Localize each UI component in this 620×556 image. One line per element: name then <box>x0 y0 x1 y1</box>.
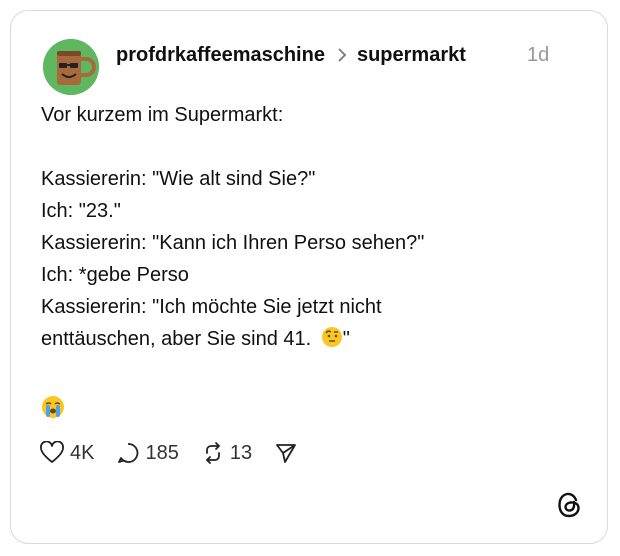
like-count: 4K <box>70 441 95 464</box>
coffee-mug-avatar-icon <box>43 39 99 95</box>
reply-button[interactable]: 185 <box>116 441 179 465</box>
post-line: Ich: "23." <box>41 200 121 222</box>
post-line: Kassiererin: "Kann ich Ihren Perso sehen… <box>41 232 425 254</box>
post-line: enttäuschen, aber Sie sind 41. <box>41 328 317 350</box>
post-line: Vor kurzem im Supermarkt: <box>41 104 284 126</box>
post-time: 1d <box>527 44 550 66</box>
post-line: Kassiererin: "Ich möchte Sie jetzt nicht <box>41 296 382 318</box>
repost-count: 13 <box>229 441 253 464</box>
send-icon <box>276 444 296 463</box>
post-body: Vor kurzem im Supermarkt: Kassiererin: "… <box>41 99 581 429</box>
repost-icon <box>205 442 221 464</box>
face-with-raised-eyebrow-emoji-icon <box>321 326 343 358</box>
reply-count: 185 <box>145 441 179 464</box>
chevron-right-icon <box>337 48 347 62</box>
loudly-crying-face-emoji-icon <box>41 395 581 429</box>
repost-button[interactable]: 13 <box>201 441 252 465</box>
heart-icon <box>40 441 64 463</box>
post-card: profdrkaffeemaschine supermarkt 1d Vor k… <box>10 10 608 544</box>
share-button[interactable] <box>274 441 303 465</box>
community-name[interactable]: supermarkt <box>357 44 466 67</box>
username[interactable]: profdrkaffeemaschine <box>116 44 325 67</box>
like-button[interactable]: 4K <box>39 441 94 465</box>
avatar[interactable] <box>43 39 99 95</box>
post-line-with-emoji: enttäuschen, aber Sie sind 41. " <box>41 323 581 355</box>
post-line: Ich: *gebe Perso <box>41 264 189 286</box>
speech-bubble-icon <box>118 443 139 463</box>
post-line: Kassiererin: "Wie alt sind Sie?" <box>41 168 316 190</box>
post-actions: 4K 185 13 <box>39 441 325 465</box>
threads-logo-icon[interactable] <box>557 491 583 524</box>
